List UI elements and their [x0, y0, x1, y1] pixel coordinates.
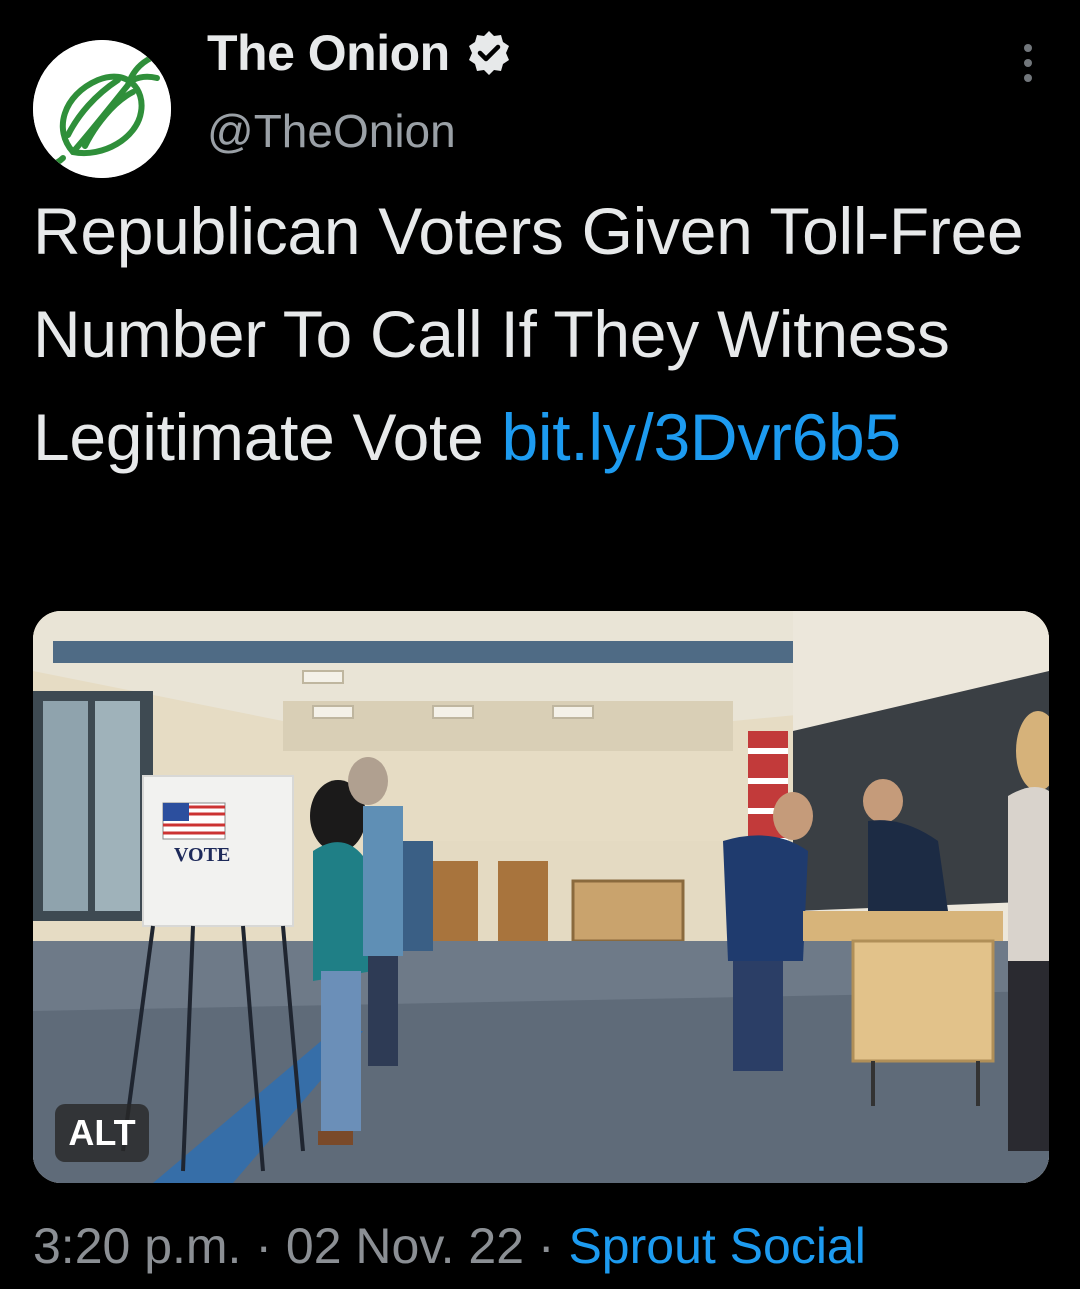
polling-place-photo: VOTE: [33, 611, 1049, 1183]
tweet-time[interactable]: 3:20 p.m.: [33, 1218, 241, 1274]
tweet-date[interactable]: 02 Nov. 22: [286, 1218, 524, 1274]
more-options-icon[interactable]: [1010, 40, 1046, 86]
tweet-text: Republican Voters Given Toll-Free Number…: [33, 180, 1043, 489]
display-name[interactable]: The Onion: [207, 24, 450, 82]
alt-text-button[interactable]: ALT: [55, 1104, 149, 1162]
separator: ·: [241, 1218, 286, 1274]
booth-vote-sign: VOTE: [174, 844, 230, 866]
avatar[interactable]: [33, 40, 171, 178]
tweet-source-link[interactable]: Sprout Social: [568, 1218, 865, 1274]
tweet-metadata: 3:20 p.m. · 02 Nov. 22 · Sprout Social: [33, 1217, 866, 1275]
onion-logo-icon: [33, 40, 171, 178]
tweet-link[interactable]: bit.ly/3Dvr6b5: [502, 400, 902, 474]
tweet-media-photo[interactable]: VOTE ALT: [33, 611, 1049, 1183]
verified-badge-icon: [468, 31, 509, 75]
handle[interactable]: @TheOnion: [207, 104, 456, 158]
separator: ·: [524, 1218, 569, 1274]
